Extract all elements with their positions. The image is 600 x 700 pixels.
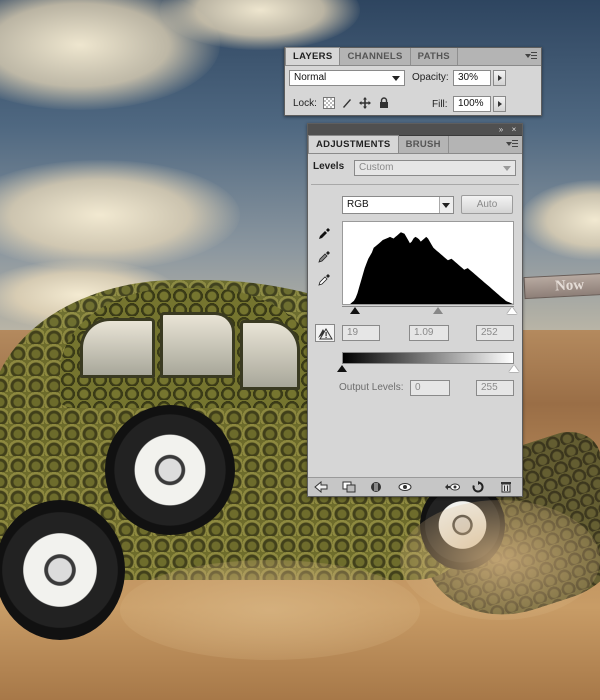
car-window-middle — [160, 312, 235, 378]
back-arrow-icon[interactable] — [314, 480, 328, 494]
fill-slider-button[interactable] — [493, 96, 506, 112]
adjustment-title: Levels — [313, 161, 345, 172]
visibility-toggle-icon[interactable] — [370, 481, 382, 493]
chevron-down-icon — [503, 166, 511, 171]
divider — [311, 184, 519, 185]
histogram — [342, 221, 514, 305]
output-levels-label: Output Levels: — [339, 382, 404, 393]
tab-channels[interactable]: CHANNELS — [340, 48, 411, 65]
input-black-slider[interactable] — [349, 307, 360, 314]
white-eyedropper-icon[interactable] — [318, 274, 330, 286]
input-gamma-field[interactable]: 1.09 — [409, 325, 449, 341]
car-window-front — [80, 318, 155, 378]
trash-icon[interactable] — [500, 481, 512, 493]
black-eyedropper-icon[interactable] — [318, 228, 330, 240]
lock-all-icon[interactable] — [378, 97, 390, 109]
tab-paths[interactable]: PATHS — [411, 48, 458, 65]
chevron-down-icon — [442, 203, 450, 208]
blend-mode-select[interactable]: Normal — [289, 70, 405, 86]
blend-mode-value: Normal — [294, 72, 327, 83]
input-white-field[interactable]: 252 — [476, 325, 514, 341]
car-wheel-rear — [105, 405, 235, 535]
preset-select[interactable]: Custom — [354, 160, 516, 176]
tab-brush[interactable]: BRUSH — [399, 136, 449, 153]
panel-menu-icon[interactable] — [506, 139, 518, 150]
input-gamma-slider[interactable] — [433, 307, 444, 314]
lock-transparent-icon[interactable] — [323, 97, 335, 109]
histogram-shape — [343, 232, 513, 304]
reset-icon[interactable] — [472, 481, 484, 493]
car-wheel-front — [0, 500, 125, 640]
tab-adjustments[interactable]: ADJUSTMENTS — [308, 135, 399, 153]
tab-layers[interactable]: LAYERS — [285, 47, 341, 65]
slider-track — [342, 306, 514, 307]
car-window-rear — [240, 320, 300, 390]
eye-icon[interactable] — [398, 481, 412, 493]
lock-move-icon[interactable] — [359, 97, 371, 109]
fill-label: Fill: — [432, 99, 448, 110]
adjustments-panel: » × ADJUSTMENTS BRUSH — [307, 123, 523, 497]
adjustments-footer — [308, 477, 522, 496]
channel-value: RGB — [347, 199, 369, 210]
dust-cloud — [400, 500, 600, 620]
clip-to-layer-icon[interactable] — [342, 481, 356, 493]
dust-cloud — [120, 560, 420, 660]
auto-button[interactable]: Auto — [461, 195, 513, 214]
view-previous-icon[interactable] — [444, 481, 460, 493]
preset-value: Custom — [359, 162, 394, 173]
lock-label: Lock: — [293, 98, 317, 109]
layers-tab-bar: LAYERS CHANNELS PATHS — [285, 47, 541, 66]
fill-input[interactable]: 100% — [453, 96, 491, 112]
opacity-slider-button[interactable] — [493, 70, 506, 86]
output-black-slider[interactable] — [337, 365, 347, 372]
chevron-down-icon — [392, 76, 400, 81]
layers-panel: LAYERS CHANNELS PATHS Normal Opacity: 30… — [284, 47, 542, 116]
output-gradient — [342, 352, 514, 364]
histogram-graph — [343, 232, 513, 304]
close-icon[interactable]: × — [509, 125, 519, 134]
panel-menu-icon[interactable] — [525, 51, 537, 62]
opacity-label: Opacity: — [412, 72, 449, 83]
clipping-warning-icon[interactable] — [315, 324, 335, 342]
input-black-field[interactable]: 19 — [342, 325, 380, 341]
output-white-slider[interactable] — [509, 365, 519, 372]
opacity-input[interactable]: 30% — [453, 70, 491, 86]
roadside-sign: Now — [523, 272, 600, 300]
collapse-icon[interactable]: » — [496, 125, 506, 134]
input-white-slider[interactable] — [506, 307, 517, 314]
channel-select[interactable]: RGB — [342, 196, 454, 214]
gray-eyedropper-icon[interactable] — [318, 251, 330, 263]
lock-brush-icon[interactable] — [341, 97, 353, 109]
output-black-field[interactable]: 0 — [410, 380, 450, 396]
output-white-field[interactable]: 255 — [476, 380, 514, 396]
adjustments-tab-bar: ADJUSTMENTS BRUSH — [308, 135, 522, 154]
